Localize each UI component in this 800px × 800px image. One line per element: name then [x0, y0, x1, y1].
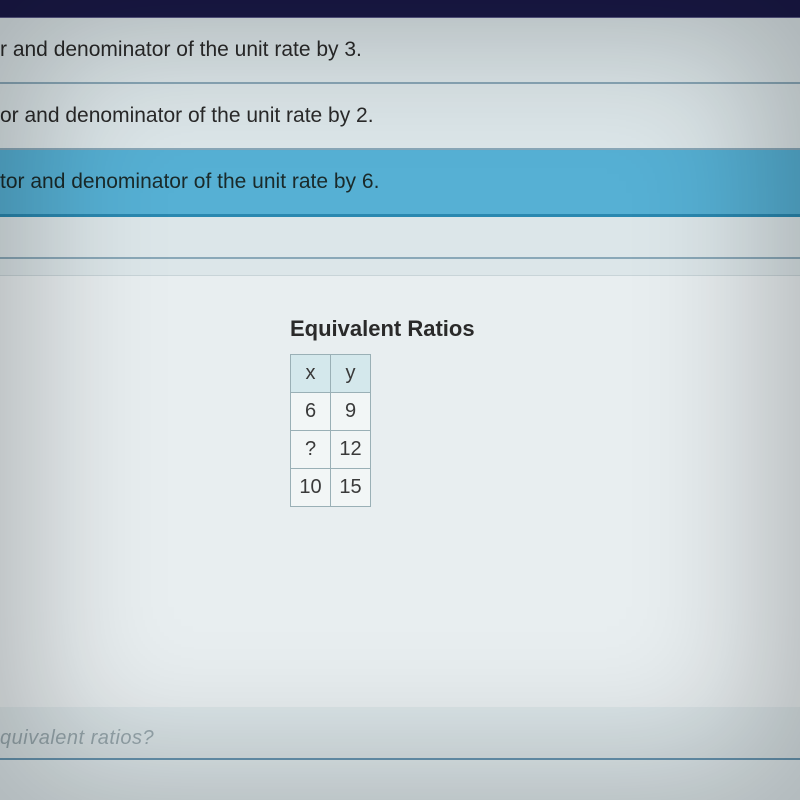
answer-option-3-selected[interactable]: tor and denominator of the unit rate by … — [0, 150, 800, 217]
answer-option-1[interactable]: r and denominator of the unit rate by 3. — [0, 18, 800, 84]
cell-y: 9 — [331, 393, 371, 431]
divider — [0, 257, 800, 259]
cell-y: 15 — [331, 469, 371, 507]
cell-y: 12 — [331, 431, 371, 469]
table-row: ? 12 — [291, 431, 371, 469]
cell-x: 6 — [291, 393, 331, 431]
cell-x-unknown: ? — [291, 431, 331, 469]
answer-input-bar[interactable] — [0, 758, 800, 800]
partial-question-text: quivalent ratios? — [0, 727, 154, 750]
answer-option-2[interactable]: or and denominator of the unit rate by 2… — [0, 84, 800, 150]
col-header-x: x — [291, 355, 331, 393]
table-row: 10 15 — [291, 469, 371, 507]
table-row: 6 9 — [291, 393, 371, 431]
cell-x: 10 — [291, 469, 331, 507]
question-panel: Equivalent Ratios x y 6 9 ? 12 10 15 — [0, 275, 800, 707]
equivalent-ratios-table: x y 6 9 ? 12 10 15 — [290, 354, 371, 507]
worksheet-screen: r and denominator of the unit rate by 3.… — [0, 18, 800, 800]
table-header-row: x y — [291, 355, 371, 393]
ratios-table-container: Equivalent Ratios x y 6 9 ? 12 10 15 — [290, 316, 800, 507]
table-title: Equivalent Ratios — [290, 316, 800, 342]
col-header-y: y — [331, 355, 371, 393]
window-titlebar — [0, 0, 800, 18]
